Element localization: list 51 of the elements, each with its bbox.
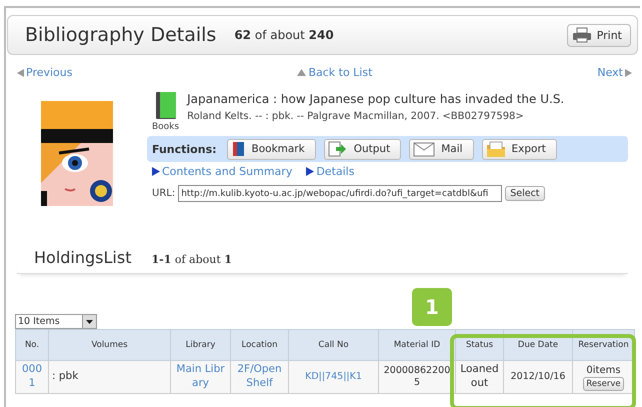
- table-cell: 2012/10/16: [504, 360, 572, 394]
- reserve-button[interactable]: Reserve: [583, 376, 624, 390]
- back-to-list-link[interactable]: Back to List: [297, 66, 372, 79]
- function-button[interactable]: Mail: [409, 138, 474, 160]
- holdings-count: 1-1 of about 1: [151, 253, 232, 266]
- book-icon: [154, 91, 178, 121]
- column-header: Call No: [288, 330, 378, 360]
- table-cell: Loaned out: [456, 360, 504, 394]
- envelope-icon: [413, 142, 436, 156]
- print-button[interactable]: Print: [566, 24, 631, 46]
- callout-badge: 1: [412, 288, 452, 326]
- functions-label: Functions:: [152, 142, 217, 156]
- column-header: Location: [230, 330, 288, 360]
- export-arrow-icon: [328, 141, 348, 157]
- location-link[interactable]: 2F/Open Shelf: [234, 363, 285, 391]
- section-link[interactable]: Details: [306, 165, 354, 178]
- page-size-dropdown[interactable]: 10 Items: [15, 314, 97, 329]
- right-triangle-icon: [152, 167, 160, 176]
- select-button[interactable]: Select: [505, 186, 545, 201]
- table-cell: 200008622005: [378, 360, 456, 394]
- url-label: URL:: [152, 188, 176, 199]
- book-title: Japanamerica : how Japanese pop culture has invaded the U.S.: [187, 92, 564, 106]
- column-header: Library: [170, 330, 230, 360]
- item-number-link[interactable]: 0001: [19, 363, 45, 391]
- up-triangle-icon: [297, 69, 306, 76]
- function-button[interactable]: Output: [324, 138, 402, 160]
- table-cell: : pbk: [48, 360, 170, 394]
- page-title: Bibliography Details: [25, 24, 216, 46]
- left-triangle-icon: [17, 68, 24, 76]
- library-link[interactable]: Main Library: [174, 363, 227, 391]
- reservation-count: 0items: [585, 364, 622, 376]
- folder-icon: [486, 140, 506, 158]
- previous-link[interactable]: Previous: [17, 66, 72, 79]
- function-button[interactable]: Bookmark: [226, 138, 316, 160]
- holdings-title: HoldingsList: [34, 248, 132, 267]
- column-header: Material ID: [378, 330, 456, 360]
- next-link[interactable]: Next: [597, 66, 632, 79]
- url-field[interactable]: http://m.kulib.kyoto-u.ac.jp/webopac/ufirdi.do?ufi_target=catdbl&ufi: [178, 185, 502, 202]
- column-header: No.: [16, 330, 48, 360]
- record-count: 62 of about 240: [234, 28, 335, 42]
- book-details: Roland Kelts. -- : pbk. -- Palgrave Macmillan, 2007. <BB02797598>: [187, 111, 525, 122]
- material-type-label: Books: [152, 122, 180, 132]
- right-triangle-icon: [306, 167, 314, 176]
- printer-icon: [572, 27, 592, 43]
- book-icon: [230, 141, 246, 157]
- right-triangle-icon: [625, 68, 632, 76]
- function-button[interactable]: Export: [482, 138, 557, 160]
- column-header: Volumes: [48, 330, 170, 360]
- caret-icon: [86, 320, 93, 324]
- call-number-link[interactable]: KD||745||K1: [292, 370, 375, 384]
- section-link[interactable]: Contents and Summary: [152, 165, 292, 178]
